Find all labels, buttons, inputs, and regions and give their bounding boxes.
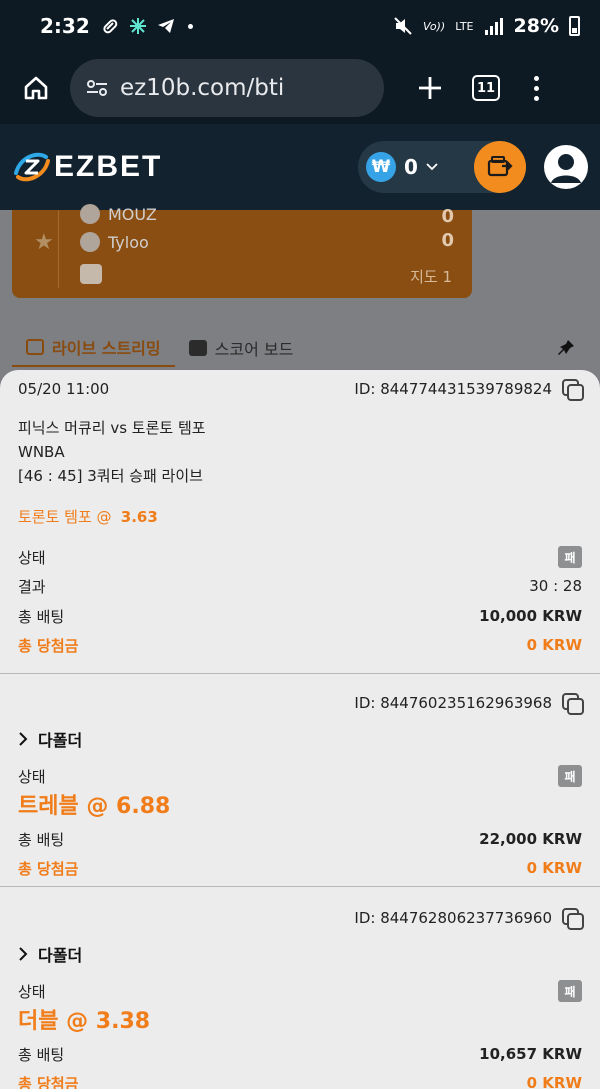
bet-card: 05/20 11:00 ID: 844774431539789824 피닉스 머…: [0, 370, 600, 674]
wallet-deposit-icon: [487, 156, 513, 177]
bet-pick: 트레블 @ 6.88: [18, 794, 171, 819]
pill-icon: [103, 19, 118, 34]
user-profile-button[interactable]: [544, 145, 588, 189]
winnings-value: 0 KRW: [526, 636, 582, 654]
team-name: Tyloo: [108, 232, 149, 252]
app-header: EZBET ₩ 0: [0, 124, 600, 210]
team-score: 0: [441, 230, 454, 251]
bet-card: ID: 844762806237736960 다폴더 상태 패 더블 @ 3.3…: [0, 887, 600, 1089]
result-value: 30 : 28: [529, 577, 582, 595]
monitor-icon: [80, 264, 102, 284]
status-label: 상태: [18, 767, 46, 786]
bet-id: ID: 844774431539789824: [354, 380, 552, 398]
team-score: 0: [441, 206, 454, 227]
winnings-value: 0 KRW: [526, 1074, 582, 1089]
team-logo-icon: [80, 204, 100, 224]
home-icon: [24, 76, 48, 100]
stake-value: 10,657 KRW: [479, 1045, 582, 1063]
telegram-icon: [157, 19, 174, 33]
stake-value: 22,000 KRW: [479, 830, 582, 848]
pin-icon[interactable]: [556, 338, 576, 358]
chevron-right-icon: [19, 947, 28, 961]
monitor-icon: [26, 339, 44, 355]
multi-bet-toggle[interactable]: 다폴더: [18, 941, 582, 967]
mute-icon: [394, 17, 412, 35]
bet-id: ID: 844760235162963968: [354, 694, 552, 712]
bet-pick: 더블 @ 3.38: [18, 1009, 151, 1034]
result-label: 결과: [18, 577, 46, 596]
status-label: 상태: [18, 548, 46, 567]
team-row: Tyloo: [80, 232, 149, 252]
address-bar[interactable]: ez10b.com/bti: [70, 59, 384, 117]
stake-value: 10,000 KRW: [479, 607, 582, 625]
winnings-value: 0 KRW: [526, 859, 582, 877]
favorite-star-icon[interactable]: ★: [34, 230, 54, 255]
winnings-label: 총 당첨금: [18, 859, 79, 878]
perplexity-icon: [129, 18, 146, 34]
team-logo-icon: [80, 232, 100, 252]
chevron-down-icon: [426, 163, 438, 171]
copy-icon[interactable]: [562, 693, 584, 715]
wallet-balance-button[interactable]: ₩ 0: [358, 141, 526, 193]
match-title: 피닉스 머큐리 vs 토론토 템포: [18, 419, 206, 437]
bet-history-sheet: 05/20 11:00 ID: 844774431539789824 피닉스 머…: [0, 370, 600, 1089]
bet-pick: 토론토 템포 @ 3.63: [18, 508, 158, 526]
browser-menu-button[interactable]: [526, 75, 546, 101]
bet-datetime: 05/20 11:00: [18, 380, 110, 398]
tab-scoreboard[interactable]: 스코어 보드: [175, 330, 308, 366]
plus-icon: [419, 77, 441, 99]
team-row: MOUZ: [80, 204, 157, 224]
menu-dot-icon: [533, 75, 539, 81]
multi-bet-toggle[interactable]: 다폴더: [18, 726, 582, 752]
stream-tabs: 라이브 스트리밍 스코어 보드: [0, 328, 600, 368]
logo-text: EZBET: [54, 150, 163, 183]
map-label: 지도 1: [410, 268, 452, 286]
ezbet-logo-icon: [14, 152, 50, 182]
battery-percent: 28%: [513, 15, 559, 37]
winnings-label: 총 당첨금: [18, 1074, 79, 1089]
deposit-button[interactable]: [474, 141, 526, 193]
home-button[interactable]: [16, 68, 56, 108]
league-name: WNBA: [18, 443, 65, 461]
chevron-right-icon: [19, 732, 28, 746]
ezbet-logo[interactable]: EZBET: [12, 149, 162, 185]
menu-dot-icon: [533, 85, 539, 91]
stake-label: 총 배팅: [18, 1045, 65, 1064]
tab-live-streaming[interactable]: 라이브 스트리밍: [12, 329, 175, 367]
copy-icon[interactable]: [562, 908, 584, 930]
site-settings-icon: [87, 80, 107, 96]
tab-switcher-button[interactable]: 11: [472, 75, 500, 101]
status-badge: 패: [558, 980, 582, 1002]
team-name: MOUZ: [108, 204, 157, 224]
won-icon: ₩: [366, 152, 396, 182]
status-badge: 패: [558, 546, 582, 568]
lte-icon: LTE: [455, 19, 474, 33]
winnings-label: 총 당첨금: [18, 636, 79, 655]
match-card: ★ MOUZ 0 Tyloo 0 지도 1: [12, 204, 472, 298]
menu-dot-icon: [533, 95, 539, 101]
signal-icon: [484, 18, 503, 35]
wallet-balance: 0: [404, 155, 418, 179]
market-name: [46 : 45] 3쿼터 승패 라이브: [18, 467, 203, 485]
battery-icon: [569, 16, 580, 36]
status-label: 상태: [18, 982, 46, 1001]
stake-label: 총 배팅: [18, 830, 65, 849]
browser-toolbar: ez10b.com/bti 11: [0, 52, 600, 124]
status-badge: 패: [558, 765, 582, 787]
status-time: 2:32: [40, 14, 90, 38]
volte-icon: Vo)): [423, 19, 446, 33]
stake-label: 총 배팅: [18, 607, 65, 626]
scoreboard-icon: [188, 340, 207, 356]
copy-icon[interactable]: [562, 379, 584, 401]
bet-card: ID: 844760235162963968 다폴더 상태 패 트레블 @ 6.…: [0, 674, 600, 887]
url-text: ez10b.com/bti: [120, 75, 285, 101]
notification-dot-icon: [187, 23, 193, 29]
bet-id: ID: 844762806237736960: [354, 909, 552, 927]
user-avatar-icon: [551, 154, 581, 183]
new-tab-button[interactable]: [410, 68, 450, 108]
status-bar: 2:32 Vo)) LTE 28%: [0, 0, 600, 52]
